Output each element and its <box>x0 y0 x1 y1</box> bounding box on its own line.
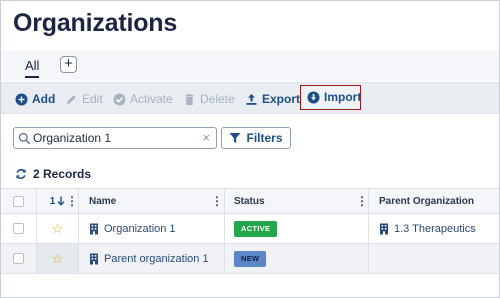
check-circle-icon <box>113 93 126 106</box>
search-box: × <box>13 127 217 149</box>
sort-arrow-down-icon <box>57 196 65 206</box>
activate-button-label: Activate <box>130 92 173 106</box>
sort-column-menu-icon[interactable]: ⋮ <box>66 195 78 207</box>
grid-header: 1 ⋮ Name ⋮ Status ⋮ Parent Organization <box>1 188 499 214</box>
parent-column-header: Parent Organization <box>379 195 475 207</box>
delete-button-label: Delete <box>200 92 235 106</box>
row-name-cell: Organization 1 <box>79 214 225 243</box>
row-select-cell <box>1 214 37 243</box>
edit-button[interactable]: Edit <box>65 90 103 108</box>
organization-name-link[interactable]: Parent organization 1 <box>89 253 209 265</box>
activate-button[interactable]: Activate <box>113 90 173 108</box>
header-select-cell <box>1 189 37 213</box>
status-column-menu-icon[interactable]: ⋮ <box>356 195 368 207</box>
export-button-label: Export <box>262 92 301 106</box>
header-status-cell[interactable]: Status ⋮ <box>225 189 369 213</box>
star-outline-icon[interactable]: ☆ <box>52 222 64 235</box>
name-column-header: Name <box>89 195 117 207</box>
row-status-cell: NEW <box>225 244 369 273</box>
building-icon <box>379 223 389 235</box>
row-name-cell: Parent organization 1 <box>79 244 225 273</box>
row-checkbox[interactable] <box>13 253 24 264</box>
building-icon <box>89 223 99 235</box>
row-parent-cell: 1.3 Therapeutics <box>369 214 499 243</box>
records-count: 2 Records <box>15 167 91 181</box>
toolbar: Add Edit Activate Delete Export Import <box>1 82 499 114</box>
row-parent-cell <box>369 244 499 273</box>
funnel-icon <box>229 132 241 144</box>
edit-button-label: Edit <box>82 92 103 106</box>
upload-icon <box>245 93 258 106</box>
tab-all[interactable]: All <box>25 59 40 78</box>
delete-button[interactable]: Delete <box>183 90 235 108</box>
header-sort-cell: 1 ⋮ <box>37 189 79 213</box>
title-area: Organizations <box>1 1 499 51</box>
import-button[interactable]: Import <box>300 85 361 110</box>
sort-order-label: 1 <box>49 195 56 207</box>
organization-name-link[interactable]: Organization 1 <box>89 223 176 235</box>
parent-organization-name: 1.3 Therapeutics <box>394 222 476 235</box>
add-button-label: Add <box>32 92 56 106</box>
app-window: Organizations All + Add Edit Activate De… <box>0 0 500 298</box>
row-select-cell <box>1 244 37 273</box>
add-button[interactable]: Add <box>15 90 55 108</box>
trash-icon <box>183 93 196 106</box>
clear-search-icon[interactable]: × <box>202 131 210 145</box>
search-icon <box>18 132 31 145</box>
pencil-icon <box>65 93 78 106</box>
building-icon <box>89 253 99 265</box>
plus-circle-icon <box>15 93 28 106</box>
row-star-cell: ☆ <box>37 244 79 273</box>
sort-order-header[interactable]: 1 <box>50 196 66 207</box>
status-badge: NEW <box>234 250 267 267</box>
page-title: Organizations <box>13 9 178 37</box>
download-circle-icon <box>307 91 320 104</box>
export-button[interactable]: Export <box>245 90 300 108</box>
parent-organization-link[interactable]: 1.3 Therapeutics <box>379 223 476 235</box>
name-column-menu-icon[interactable]: ⋮ <box>211 195 223 207</box>
row-checkbox[interactable] <box>13 223 24 234</box>
import-button-label: Import <box>324 90 362 104</box>
row-star-cell: ☆ <box>37 214 79 243</box>
star-outline-icon[interactable]: ☆ <box>52 252 64 265</box>
organization-name: Organization 1 <box>104 222 176 235</box>
organization-name: Parent organization 1 <box>104 252 209 265</box>
status-badge: ACTIVE <box>234 220 278 237</box>
search-row: × Filters <box>1 115 499 161</box>
refresh-icon[interactable] <box>15 168 27 180</box>
search-input[interactable] <box>33 130 201 146</box>
row-status-cell: ACTIVE <box>225 214 369 243</box>
table-row[interactable]: ☆ Parent organization 1 NEW <box>1 244 499 274</box>
status-column-header: Status <box>234 195 265 207</box>
records-count-label: 2 Records <box>33 167 92 181</box>
table-row[interactable]: ☆ Organization 1 ACTIVE 1.3 Therapeutics <box>1 214 499 244</box>
add-tab-button[interactable]: + <box>60 56 77 73</box>
header-parent-cell[interactable]: Parent Organization <box>369 189 499 213</box>
filters-button[interactable]: Filters <box>221 127 291 149</box>
select-all-checkbox[interactable] <box>13 195 24 207</box>
header-name-cell[interactable]: Name ⋮ <box>79 189 225 213</box>
filters-button-label: Filters <box>246 131 283 145</box>
